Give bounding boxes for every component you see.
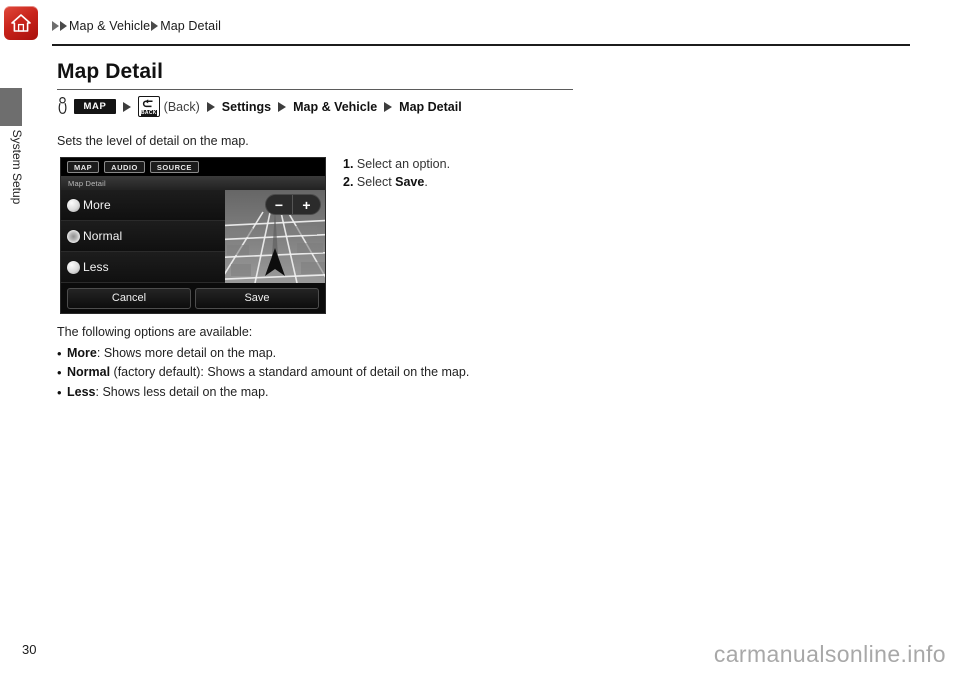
navigation-screen-screenshot: MAP AUDIO SOURCE Map Detail More Normal … xyxy=(60,157,326,314)
option-desc: : Shows more detail on the map. xyxy=(96,345,277,360)
path-arrow-icon xyxy=(384,101,393,112)
nav-option-label: More xyxy=(83,198,111,212)
map-preview[interactable]: − + xyxy=(225,190,325,283)
sidebar-section-label: System Setup xyxy=(10,129,24,205)
option-item-more: • More: Shows more detail on the map. xyxy=(57,344,469,364)
step-1-number: 1. xyxy=(343,157,354,171)
option-name: Less xyxy=(67,384,96,399)
page-title: Map Detail xyxy=(57,60,164,83)
radio-icon-selected[interactable] xyxy=(67,229,80,243)
option-item-normal: • Normal (factory default): Shows a stan… xyxy=(57,363,469,383)
step-2-number: 2. xyxy=(343,175,354,189)
path-item-map-detail: Map Detail xyxy=(399,99,462,114)
step-1-text: Select an option. xyxy=(356,157,451,171)
nav-option-more[interactable]: More xyxy=(61,190,227,221)
map-button-key: MAP xyxy=(74,98,116,115)
bullet-icon: • xyxy=(57,384,62,400)
bullet-icon: • xyxy=(57,365,62,380)
nav-tab-audio[interactable]: AUDIO xyxy=(104,160,145,174)
step-1: 1. Select an option. xyxy=(343,155,450,173)
option-desc: (factory default): Shows a standard amou… xyxy=(110,365,470,379)
step-2: 2. Select Save. xyxy=(343,173,450,191)
navigation-path: MAP BACK (Back) Settings Map & Vehicle M… xyxy=(57,96,462,117)
zoom-in-button[interactable]: + xyxy=(293,195,320,214)
watermark: carmanualsonline.info xyxy=(713,641,946,667)
step-2-text: Select xyxy=(356,175,396,189)
nav-tab-map[interactable]: MAP xyxy=(67,160,100,174)
breadcrumb-arrow-icon xyxy=(151,21,159,31)
steps-list: 1. Select an option. 2. Select Save. xyxy=(343,155,450,191)
breadcrumb-item-map-detail[interactable]: Map Detail xyxy=(160,19,221,33)
step-2-emphasis: Save xyxy=(395,175,425,189)
option-name: More xyxy=(67,345,97,360)
options-intro: The following options are available: xyxy=(57,325,253,339)
nav-screen-button-bar: Cancel Save xyxy=(61,283,325,313)
back-key-label: BACK xyxy=(141,110,157,116)
zoom-out-button[interactable]: − xyxy=(266,195,293,214)
option-item-less: • Less: Shows less detail on the map. xyxy=(57,383,469,403)
nav-option-label: Normal xyxy=(83,229,123,243)
cancel-button[interactable]: Cancel xyxy=(67,287,191,309)
title-divider xyxy=(57,89,573,90)
nav-tab-source[interactable]: SOURCE xyxy=(149,160,199,174)
option-item-text: Less: Shows less detail on the map. xyxy=(67,383,269,403)
nav-screen-body: More Normal Less − + xyxy=(61,190,325,283)
breadcrumb-arrow-icon xyxy=(52,21,59,31)
page-number: 30 xyxy=(22,642,37,657)
map-zoom-controls[interactable]: − + xyxy=(265,194,321,215)
header-divider xyxy=(52,44,910,46)
radio-icon[interactable] xyxy=(67,260,80,274)
nav-screen-subtitle: Map Detail xyxy=(68,178,106,188)
path-item-settings: Settings xyxy=(221,99,272,114)
breadcrumb: Map & Vehicle Map Detail xyxy=(52,19,222,33)
nav-screen-tabbar: MAP AUDIO SOURCE xyxy=(61,158,325,176)
bullet-icon: • xyxy=(57,345,62,361)
lead-text: Sets the level of detail on the map. xyxy=(57,134,249,148)
options-description-list: The following options are available: • M… xyxy=(57,323,469,402)
home-button[interactable] xyxy=(4,6,38,40)
nav-option-label: Less xyxy=(83,260,109,274)
option-item-text: More: Shows more detail on the map. xyxy=(67,344,276,364)
nav-option-list: More Normal Less xyxy=(61,190,227,283)
option-name: Normal xyxy=(67,365,111,379)
manual-page: Map & Vehicle Map Detail System Setup Map… xyxy=(0,0,960,678)
pointing-hand-icon xyxy=(57,96,68,117)
option-desc: : Shows less detail on the map. xyxy=(95,384,269,399)
breadcrumb-arrow-icon xyxy=(60,21,67,31)
option-item-text: Normal (factory default): Shows a standa… xyxy=(67,363,469,383)
back-button-key: BACK xyxy=(138,96,160,117)
path-arrow-icon xyxy=(206,101,215,112)
path-arrow-icon xyxy=(123,101,131,112)
save-button[interactable]: Save xyxy=(195,287,319,309)
home-icon xyxy=(10,13,32,33)
radio-icon[interactable] xyxy=(67,198,80,212)
nav-option-less[interactable]: Less xyxy=(61,252,227,283)
path-arrow-icon xyxy=(278,101,287,112)
nav-screen-subtitle-bar: Map Detail xyxy=(61,176,325,190)
nav-option-normal[interactable]: Normal xyxy=(61,221,227,252)
breadcrumb-item-map-vehicle[interactable]: Map & Vehicle xyxy=(69,19,150,33)
path-item-map-vehicle: Map & Vehicle xyxy=(293,99,378,114)
step-2-tail: . xyxy=(424,175,428,189)
back-caption: (Back) xyxy=(163,99,200,114)
